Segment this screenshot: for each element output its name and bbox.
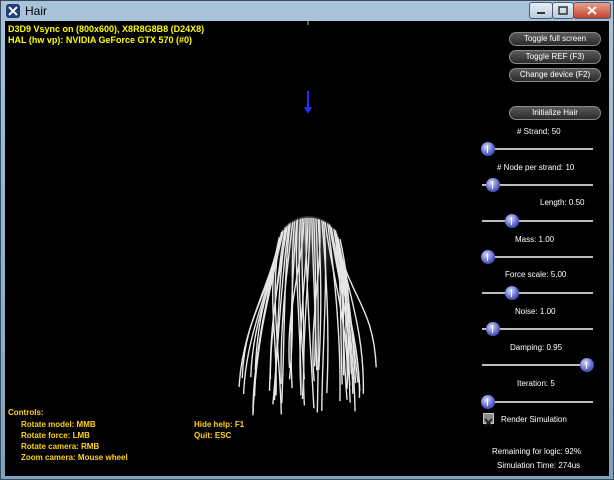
initialize-hair-button[interactable]: Initialize Hair (509, 106, 601, 120)
slider-thumb[interactable] (480, 395, 495, 409)
simulation-time-text: Simulation Time: 274us (497, 461, 581, 470)
app-window: Hair D3D9 Vsync on (800x600), X8R8G8B8 (… (0, 0, 614, 480)
iteration-slider[interactable] (480, 395, 593, 409)
checkmark-icon (484, 418, 493, 427)
title-bar[interactable]: Hair (1, 1, 613, 21)
mass-label: Mass: 1.00 (515, 235, 555, 244)
slider-thumb[interactable] (480, 250, 495, 264)
nodes-per-strand-slider[interactable] (482, 178, 593, 192)
render-viewport[interactable]: D3D9 Vsync on (800x600), X8R8G8B8 (D24X8… (5, 21, 609, 476)
iteration-label: Iteration: 5 (517, 379, 555, 388)
slider-thumb[interactable] (504, 214, 519, 228)
slider-thumb[interactable] (486, 178, 501, 192)
close-button[interactable] (573, 2, 611, 19)
maximize-button[interactable] (552, 2, 574, 19)
scene-view (238, 21, 377, 416)
help-line: Hide help: F1 (194, 420, 245, 429)
toggle-full-screen-button[interactable]: Toggle full screen (509, 32, 601, 46)
toggle-ref-button[interactable]: Toggle REF (F3) (509, 50, 601, 64)
help-line: Rotate camera: RMB (21, 442, 100, 451)
nodes-per-strand-label: # Node per strand: 10 (497, 163, 575, 172)
force-scale-label: Force scale: 5.00 (505, 270, 567, 279)
slider-thumb[interactable] (486, 322, 501, 336)
noise-label: Noise: 1.00 (515, 307, 556, 316)
help-line: Zoom camera: Mouse wheel (21, 453, 128, 462)
slider-thumb[interactable] (480, 142, 495, 156)
strand-count-label: # Strand: 50 (517, 127, 561, 136)
app-icon (6, 4, 20, 18)
window-title: Hair (25, 4, 48, 18)
remaining-logic-text: Remaining for logic: 92% (492, 447, 581, 456)
force-arrow (304, 21, 312, 114)
minimize-icon (537, 12, 545, 14)
help-line: Rotate force: LMB (21, 431, 90, 440)
damping-label: Damping: 0.95 (510, 343, 563, 352)
render-simulation-label: Render Simulation (501, 415, 567, 424)
help-line: Quit: ESC (194, 431, 232, 440)
maximize-icon (558, 6, 568, 15)
render-simulation-checkbox[interactable] (483, 413, 494, 427)
controls-heading: Controls: (8, 408, 44, 417)
strand-count-slider[interactable] (480, 142, 593, 156)
help-line: Rotate model: MMB (21, 420, 96, 429)
noise-slider[interactable] (482, 322, 593, 336)
damping-slider[interactable] (482, 358, 595, 372)
change-device-button[interactable]: Change device (F2) (509, 68, 601, 82)
close-icon (587, 6, 597, 15)
slider-thumb[interactable] (504, 286, 519, 300)
length-slider[interactable] (482, 214, 593, 228)
force-scale-slider[interactable] (482, 286, 593, 300)
mass-slider[interactable] (480, 250, 593, 264)
length-label: Length: 0.50 (540, 198, 585, 207)
minimize-button[interactable] (529, 2, 553, 19)
